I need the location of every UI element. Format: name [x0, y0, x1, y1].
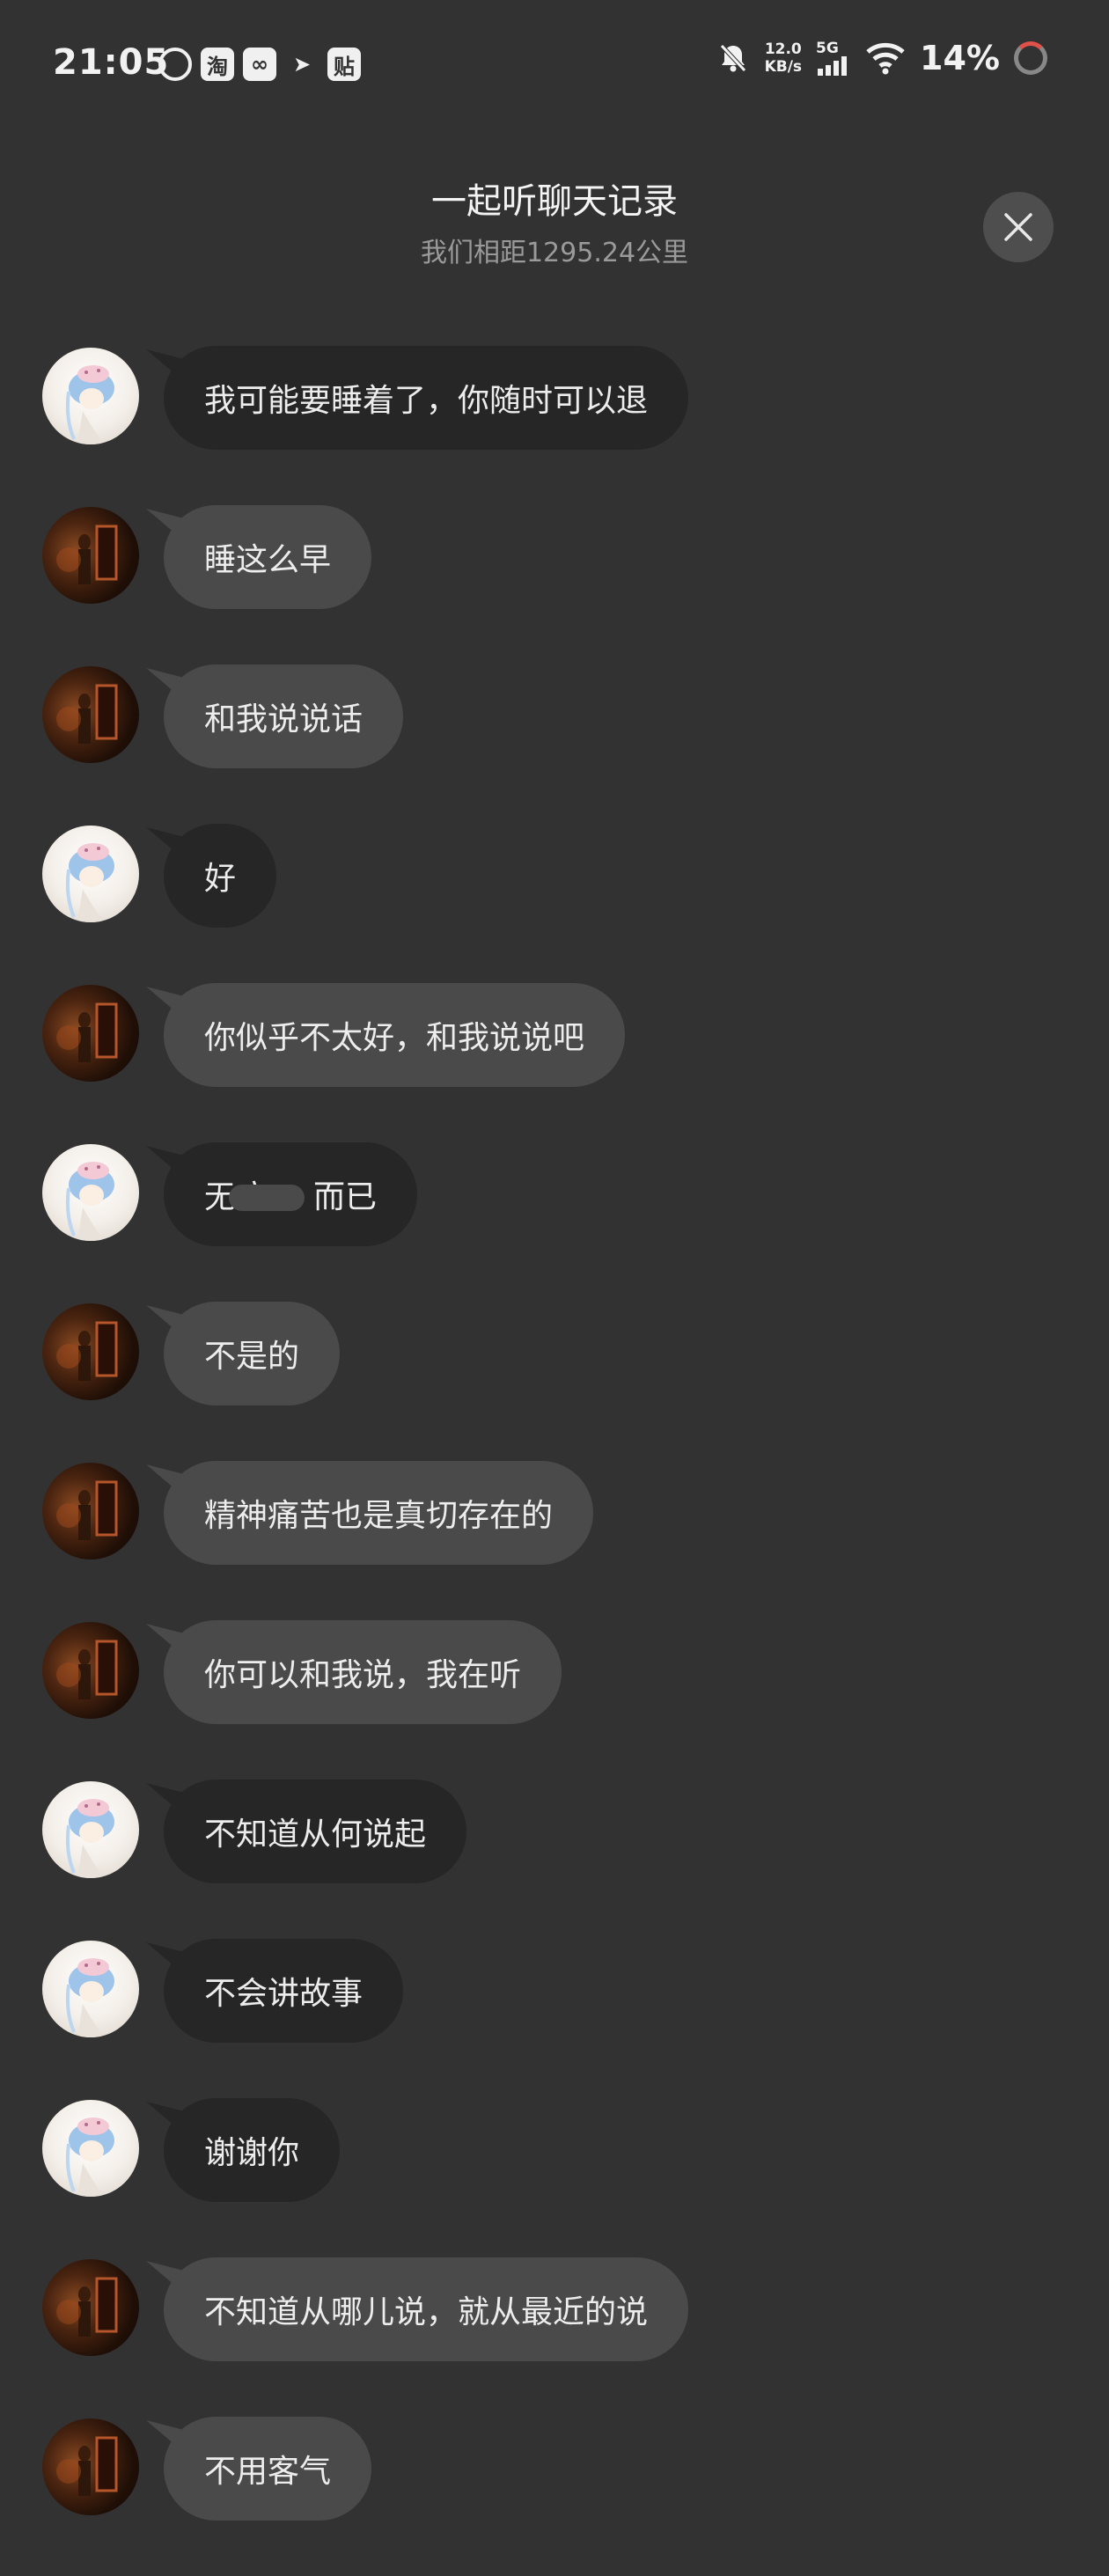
message-bubble[interactable]: 我可能要睡着了，你随时可以退	[164, 346, 689, 450]
message-row: 不是的	[0, 1302, 1109, 1461]
message-row: 我可能要睡着了，你随时可以退	[0, 346, 1109, 505]
message-text: 不用客气	[204, 2454, 332, 2490]
message-bubble[interactable]: 和我说说话	[164, 664, 404, 768]
message-bubble[interactable]: 不会讲故事	[164, 1939, 404, 2043]
message-bubble[interactable]: 不知道从哪儿说，就从最近的说	[164, 2257, 689, 2361]
signal-icon	[818, 56, 848, 76]
message-list[interactable]: 我可能要睡着了，你随时可以退睡这么早和我说说话好你似乎不太好，和我说说吧无病而已…	[0, 346, 1109, 2576]
close-button[interactable]	[983, 192, 1054, 262]
network-indicator: 5G	[816, 40, 851, 76]
partner-avatar[interactable]	[42, 1622, 139, 1719]
message-text: 好	[204, 861, 237, 897]
partner-avatar[interactable]	[42, 985, 139, 1082]
message-bubble[interactable]: 不用客气	[164, 2417, 372, 2521]
message-text: 你可以和我说，我在听	[204, 1657, 522, 1693]
network-type: 5G	[816, 40, 839, 57]
message-row: 不用客气	[0, 2417, 1109, 2576]
message-row: 精神痛苦也是真切存在的	[0, 1461, 1109, 1620]
message-bubble[interactable]: 谢谢你	[164, 2098, 341, 2202]
message-text: 你似乎不太好，和我说说吧	[204, 1020, 585, 1056]
message-row: 不知道从哪儿说，就从最近的说	[0, 2257, 1109, 2417]
message-bubble[interactable]: 你可以和我说，我在听	[164, 1620, 562, 1724]
xianyu-icon: ➤	[292, 52, 312, 77]
baidu-cloud-icon: ∞	[243, 48, 276, 81]
message-bubble[interactable]: 不是的	[164, 1302, 341, 1405]
message-bubble[interactable]: 睡这么早	[164, 505, 372, 609]
message-text: 不会讲故事	[204, 1976, 364, 2012]
message-bubble[interactable]: 精神痛苦也是真切存在的	[164, 1461, 594, 1565]
net-speed-value: 12.0	[764, 40, 802, 58]
message-text: 不知道从何说起	[204, 1816, 427, 1853]
partner-avatar[interactable]	[42, 2418, 139, 2515]
notification-icons: 淘 ∞ ➤ 贴	[158, 48, 361, 81]
self-avatar[interactable]	[42, 1781, 139, 1878]
message-text: 睡这么早	[204, 542, 332, 578]
message-text: 和我说说话	[204, 701, 364, 738]
message-text: 精神痛苦也是真切存在的	[204, 1498, 554, 1534]
partner-avatar[interactable]	[42, 666, 139, 763]
message-text: 谢谢你	[204, 2135, 300, 2171]
status-time: 21:05	[53, 42, 170, 83]
message-row: 不会讲故事	[0, 1939, 1109, 2098]
partner-avatar[interactable]	[42, 1303, 139, 1400]
net-speed: 12.0 KB/s	[765, 40, 802, 76]
netease-music-icon	[158, 48, 192, 81]
message-row: 好	[0, 824, 1109, 983]
taobao-icon: 淘	[201, 48, 234, 81]
wifi-icon	[866, 42, 905, 75]
partner-avatar[interactable]	[42, 2259, 139, 2356]
message-text: 而已	[313, 1179, 378, 1215]
message-row: 不知道从何说起	[0, 1780, 1109, 1939]
partner-avatar[interactable]	[42, 507, 139, 604]
status-bar: 21:05 淘 ∞ ➤ 贴 12.0 KB/s 5G 14%	[0, 0, 1109, 132]
message-text: 我可能要睡着了，你随时可以退	[204, 383, 649, 419]
partner-avatar[interactable]	[42, 1463, 139, 1560]
self-avatar[interactable]	[42, 1941, 139, 2037]
distance-subtitle: 我们相距1295.24公里	[420, 238, 689, 268]
message-text: 不知道从哪儿说，就从最近的说	[204, 2294, 649, 2330]
battery-percent: 14%	[920, 39, 1000, 77]
message-row: 你可以和我说，我在听	[0, 1620, 1109, 1780]
message-bubble[interactable]: 好	[164, 824, 277, 928]
message-bubble[interactable]: 你似乎不太好，和我说说吧	[164, 983, 626, 1087]
self-avatar[interactable]	[42, 348, 139, 444]
redaction-mask	[229, 1185, 305, 1211]
message-bubble[interactable]: 无病而已	[164, 1142, 418, 1246]
self-avatar[interactable]	[42, 826, 139, 922]
tieba-icon: 贴	[327, 48, 361, 81]
message-row: 谢谢你	[0, 2098, 1109, 2257]
message-text: 不是的	[204, 1339, 300, 1375]
bell-muted-icon	[719, 44, 746, 72]
battery-icon	[1014, 41, 1047, 75]
message-bubble[interactable]: 不知道从何说起	[164, 1780, 467, 1883]
self-avatar[interactable]	[42, 2100, 139, 2197]
net-speed-unit: KB/s	[764, 58, 803, 76]
close-icon	[1004, 213, 1032, 241]
message-row: 无病而已	[0, 1142, 1109, 1302]
status-right-icons: 12.0 KB/s 5G 14%	[716, 39, 1047, 77]
message-row: 你似乎不太好，和我说说吧	[0, 983, 1109, 1142]
page-title: 一起听聊天记录	[431, 181, 678, 222]
self-avatar[interactable]	[42, 1144, 139, 1241]
message-row: 和我说说话	[0, 664, 1109, 824]
message-row: 睡这么早	[0, 505, 1109, 664]
